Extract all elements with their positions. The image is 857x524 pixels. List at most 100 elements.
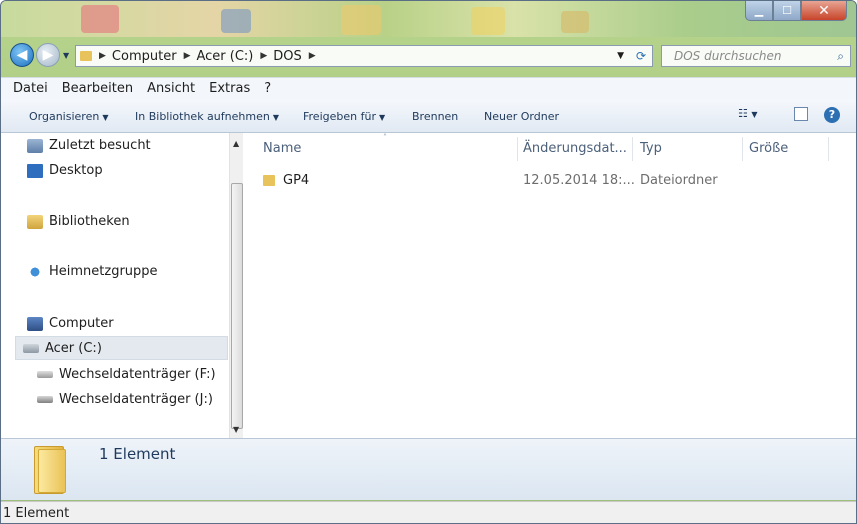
nav-item-computer[interactable]: Computer [27,316,114,331]
nav-item-label: Bibliotheken [49,214,130,229]
window-controls: ▁ ☐ ✕ [745,1,847,22]
navigation-pane: Zuletzt besucht Desktop Bibliotheken Hei… [1,133,230,438]
column-header-modified[interactable]: Änderungsdat... [523,141,627,156]
organize-button[interactable]: Organisieren ▼ [29,110,108,123]
breadcrumb-drive[interactable]: Acer (C:) [196,49,253,64]
column-divider[interactable] [828,137,829,161]
file-list: Name ˄ Änderungsdat... Typ Größe GP4 12.… [245,133,856,438]
back-arrow-icon: ◀ [16,47,28,63]
nav-item-drive-c[interactable]: Acer (C:) [23,341,102,356]
folder-icon [263,175,275,186]
add-to-library-button[interactable]: In Bibliothek aufnehmen ▼ [135,110,279,123]
forward-arrow-icon: ▶ [42,47,54,63]
folder-large-icon [34,446,68,496]
nav-item-desktop[interactable]: Desktop [27,163,103,178]
status-bar: 1 Element [1,501,856,523]
nav-item-libraries[interactable]: Bibliotheken [27,214,130,229]
explorer-window: ▁ ☐ ✕ ◀ ▶ ▼ ▶ Computer ▶ Acer (C:) ▶ DOS… [0,0,857,524]
share-with-button[interactable]: Freigeben für ▼ [303,110,385,123]
menu-file[interactable]: Datei [11,81,50,96]
details-item-count: 1 Element [99,445,176,463]
nav-scrollbar[interactable]: ▲ ▼ [229,133,243,438]
titlebar-decoration [221,9,251,33]
breadcrumb-folder[interactable]: DOS [273,49,302,64]
file-type: Dateiordner [640,173,718,188]
menu-edit[interactable]: Bearbeiten [60,81,135,96]
add-to-library-label: In Bibliothek aufnehmen [135,110,270,123]
hard-drive-icon [23,344,39,353]
column-divider[interactable] [632,137,633,161]
titlebar-decoration [81,5,119,33]
menu-view[interactable]: Ansicht [145,81,197,96]
nav-item-label: Wechseldatenträger (J:) [59,392,213,407]
file-name: GP4 [283,173,310,188]
breadcrumb-separator-icon[interactable]: ▶ [309,51,316,61]
desktop-icon [27,163,43,178]
breadcrumb-separator-icon[interactable]: ▶ [184,51,191,61]
column-header-size[interactable]: Größe [749,141,788,156]
nav-item-label: Heimnetzgruppe [49,264,158,279]
scroll-down-icon[interactable]: ▼ [233,425,239,434]
menu-bar: Datei Bearbeiten Ansicht Extras ? [1,77,856,99]
address-bar[interactable]: ▶ Computer ▶ Acer (C:) ▶ DOS ▶ ▼ ⟳ [75,45,653,67]
column-divider[interactable] [517,137,518,161]
titlebar-decoration [561,11,589,33]
nav-item-label: Acer (C:) [45,341,102,356]
removable-drive-icon [37,396,53,403]
command-bar: Organisieren ▼ In Bibliothek aufnehmen ▼ F… [1,99,856,133]
column-header-type[interactable]: Typ [640,141,662,156]
menu-help[interactable]: ? [262,81,273,96]
titlebar-decoration [471,7,505,35]
back-button[interactable]: ◀ [10,43,34,67]
refresh-icon[interactable]: ⟳ [636,49,646,63]
search-placeholder: DOS durchsuchen [674,49,782,63]
libraries-icon [27,214,43,229]
column-header-name[interactable]: Name [263,141,301,156]
organize-label: Organisieren [29,110,100,123]
removable-drive-icon [37,371,53,378]
maximize-button[interactable]: ☐ [773,1,801,21]
details-pane: 1 Element [1,438,856,500]
share-with-label: Freigeben für [303,110,376,123]
new-folder-button[interactable]: Neuer Ordner [484,110,559,123]
computer-icon [27,316,43,331]
titlebar-decoration [341,5,381,35]
address-dropdown-icon[interactable]: ▼ [617,51,624,61]
content-area: Zuletzt besucht Desktop Bibliotheken Hei… [1,133,856,438]
minimize-button[interactable]: ▁ [745,1,773,21]
breadcrumb-separator-icon[interactable]: ▶ [260,51,267,61]
title-bar[interactable]: ▁ ☐ ✕ [1,1,856,37]
file-row-name[interactable]: GP4 [263,173,309,188]
dropdown-arrow-icon: ▼ [272,113,279,122]
sort-indicator-icon: ˄ [383,133,387,142]
nav-item-drive-j[interactable]: Wechseldatenträger (J:) [37,392,213,407]
scroll-up-icon[interactable]: ▲ [233,139,239,148]
history-dropdown-icon[interactable]: ▼ [63,51,69,60]
nav-item-label: Desktop [49,163,103,178]
homegroup-icon [27,264,43,279]
help-icon[interactable]: ? [824,107,840,123]
status-item-count: 1 Element [3,506,70,521]
burn-button[interactable]: Brennen [412,110,458,123]
forward-button[interactable]: ▶ [36,43,60,67]
folder-icon [80,51,92,61]
file-modified: 12.05.2014 18:... [523,173,635,188]
recent-places-icon [27,138,43,153]
search-input[interactable]: DOS durchsuchen ⌕ [661,45,851,67]
close-button[interactable]: ✕ [801,1,847,21]
nav-item-label: Zuletzt besucht [49,138,151,153]
nav-item-homegroup[interactable]: Heimnetzgruppe [27,264,158,279]
menu-tools[interactable]: Extras [207,81,252,96]
scrollbar-thumb[interactable] [231,183,243,429]
nav-item-drive-f[interactable]: Wechseldatenträger (F:) [37,367,216,382]
view-options-icon[interactable]: ☷ ▼ [738,107,758,120]
nav-item-label: Computer [49,316,114,331]
preview-pane-icon[interactable] [794,107,808,121]
breadcrumb-separator-icon[interactable]: ▶ [99,51,106,61]
dropdown-arrow-icon: ▼ [102,113,109,122]
column-divider[interactable] [742,137,743,161]
dropdown-arrow-icon: ▼ [378,113,386,122]
search-icon[interactable]: ⌕ [837,49,844,64]
breadcrumb-computer[interactable]: Computer [112,49,177,64]
nav-item-recent[interactable]: Zuletzt besucht [27,138,151,153]
